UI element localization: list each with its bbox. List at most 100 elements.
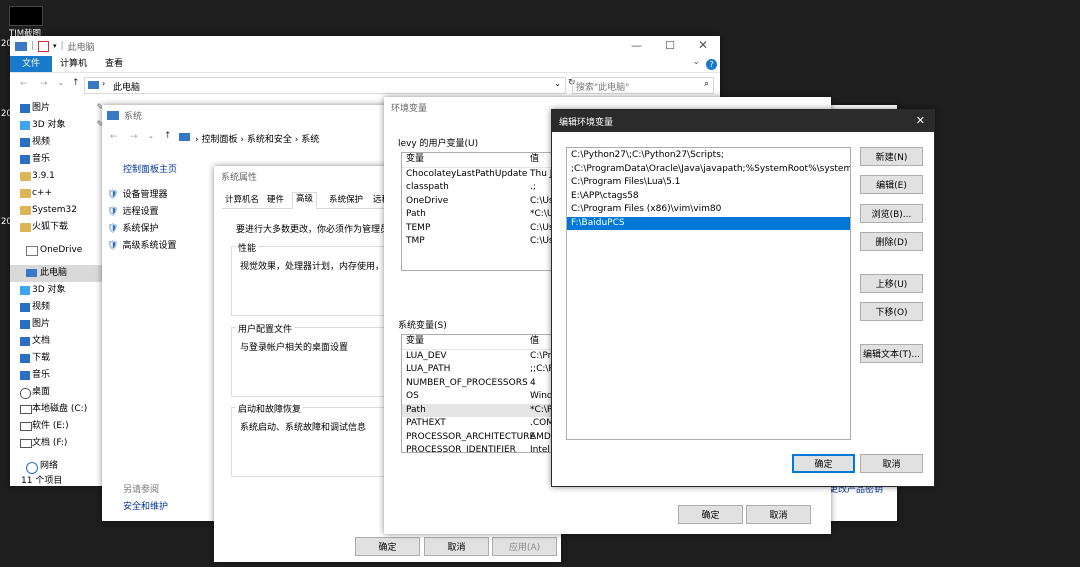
this-pc-child[interactable]: 文档 xyxy=(10,333,104,350)
move-up-button[interactable]: 上移(U) xyxy=(860,274,923,293)
onedrive-item[interactable]: OneDrive xyxy=(10,242,104,259)
move-down-button[interactable]: 下移(O) xyxy=(860,302,923,321)
this-pc-child[interactable]: 文档 (F:) xyxy=(10,435,104,452)
column-header-variable[interactable]: 变量 xyxy=(406,154,424,164)
delete-button[interactable]: 删除(D) xyxy=(860,232,923,251)
table-row[interactable]: TMP C:\Us xyxy=(402,235,562,249)
up-arrow-icon[interactable]: ↑ xyxy=(72,78,80,88)
sysprops-apply-button[interactable]: 应用(A) xyxy=(492,537,557,556)
user-vars-list[interactable]: 变量 值 ChocolateyLastPathUpdate Thu Jclassp… xyxy=(401,152,563,271)
column-header-value[interactable]: 值 xyxy=(530,335,539,349)
column-header-variable[interactable]: 变量 xyxy=(406,336,424,346)
edit-button[interactable]: 编辑(E) xyxy=(860,175,923,194)
this-pc-child[interactable]: 音乐 xyxy=(10,367,104,384)
tab-view[interactable]: 查看 xyxy=(105,56,123,72)
maximize-icon[interactable]: ☐ xyxy=(665,39,675,52)
table-row[interactable]: Path *C:\U xyxy=(402,208,562,222)
editenv-cancel-button[interactable]: 取消 xyxy=(860,454,923,473)
chevron-down-icon[interactable]: ⌄ xyxy=(554,79,561,88)
this-pc-child[interactable]: 图片 xyxy=(10,316,104,333)
security-link[interactable]: 安全和维护 xyxy=(123,499,168,512)
checkbox-icon[interactable] xyxy=(38,40,50,52)
editenv-titlebar[interactable]: 编辑环境变量 ✕ xyxy=(552,110,934,132)
table-row[interactable]: PATHEXT .COM xyxy=(402,417,562,431)
quick-access-item[interactable]: 火狐下载 xyxy=(10,219,104,236)
this-pc-child[interactable]: 本地磁盘 (C:) xyxy=(10,401,104,418)
device-manager-link[interactable]: 🛡 设备管理器 xyxy=(107,187,176,204)
path-entry[interactable]: ;C:\ProgramData\Oracle\Java\javapath;%Sy… xyxy=(567,163,850,177)
path-entry[interactable]: F:\BaiduPCS xyxy=(567,216,850,230)
tab-computer[interactable]: 计算机 xyxy=(60,56,87,72)
editenv-ok-button[interactable]: 确定 xyxy=(792,454,855,473)
table-row[interactable]: PROCESSOR_IDENTIFIER Intel xyxy=(402,444,562,452)
chevron-down-icon[interactable]: ⌄ xyxy=(58,79,64,87)
system-links: 🛡 设备管理器 🛡 远程设置 🛡 系统保护 🛡 高级系统设置 xyxy=(107,187,176,255)
search-input[interactable]: 搜索"此电脑" ⌕ xyxy=(572,77,714,94)
column-header-value[interactable]: 值 xyxy=(530,153,539,167)
path-entries-list[interactable]: C:\Python27\;C:\Python27\Scripts; ;C:\Pro… xyxy=(566,147,851,440)
tab-advanced[interactable]: 高级 xyxy=(292,192,318,209)
table-row[interactable]: Path *C:\P xyxy=(402,403,562,417)
tim-screenshot-icon[interactable] xyxy=(9,6,43,26)
path-entry[interactable]: E:\APP\ctags58 xyxy=(567,190,850,204)
this-pc-item[interactable]: 此电脑 xyxy=(10,265,104,282)
chevron-down-icon[interactable]: ⌄ xyxy=(148,132,154,140)
forward-arrow-icon[interactable]: → xyxy=(40,79,48,89)
new-button[interactable]: 新建(N) xyxy=(860,147,923,166)
close-icon[interactable]: ✕ xyxy=(698,38,708,52)
advanced-settings-link[interactable]: 🛡 高级系统设置 xyxy=(107,238,176,255)
this-pc-child[interactable]: 桌面 xyxy=(10,384,104,401)
browse-button[interactable]: 浏览(B)... xyxy=(860,204,923,223)
path-entry[interactable]: C:\Python27\;C:\Python27\Scripts; xyxy=(567,149,850,163)
quick-access-item[interactable]: 视频 xyxy=(10,134,104,151)
quick-access-item[interactable]: 音乐 xyxy=(10,151,104,168)
table-row[interactable]: OS Wind xyxy=(402,390,562,404)
envvars-ok-button[interactable]: 确定 xyxy=(678,505,743,524)
sysprops-ok-button[interactable]: 确定 xyxy=(355,537,420,556)
table-row[interactable]: TEMP C:\Us xyxy=(402,222,562,236)
breadcrumb-item[interactable]: 系统 xyxy=(301,135,319,145)
tab-system-protection[interactable]: 系统保护 xyxy=(326,194,366,207)
minimize-icon[interactable]: — xyxy=(631,39,642,52)
table-row[interactable]: classpath.; xyxy=(402,181,562,195)
sysprops-cancel-button[interactable]: 取消 xyxy=(424,537,489,556)
system-vars-list[interactable]: 变量 值 LUA_DEV C:\Pr LUA_PATH ;;C:\P NUMBER_OF… xyxy=(401,334,563,453)
forward-arrow-icon[interactable]: → xyxy=(130,132,138,142)
this-pc-child[interactable]: 视频 xyxy=(10,299,104,316)
path-entry[interactable]: C:\Program Files\Lua\5.1 xyxy=(567,176,850,190)
table-row[interactable]: LUA_PATH ;;C:\P xyxy=(402,363,562,377)
tab-hardware[interactable]: 硬件 xyxy=(264,194,287,207)
path-entry[interactable]: C:\Program Files (x86)\vim\vim80 xyxy=(567,203,850,217)
tab-computer-name[interactable]: 计算机名 xyxy=(222,194,262,207)
remote-settings-link[interactable]: 🛡 远程设置 xyxy=(107,204,176,221)
this-pc-child[interactable]: 3D 对象 xyxy=(10,282,104,299)
table-row[interactable]: LUA_DEV C:\Pr xyxy=(402,350,562,364)
table-row[interactable]: OneDrive C:\Us xyxy=(402,195,562,209)
quick-access-item[interactable]: 图片 ✎ xyxy=(10,100,104,117)
back-arrow-icon[interactable]: ← xyxy=(20,79,28,89)
envvars-cancel-button[interactable]: 取消 xyxy=(746,505,811,524)
this-pc-child[interactable]: 下载 xyxy=(10,350,104,367)
control-panel-home-link[interactable]: 控制面板主页 xyxy=(123,162,177,175)
system-protection-link[interactable]: 🛡 系统保护 xyxy=(107,221,176,238)
quick-access-item[interactable]: System32 xyxy=(10,202,104,219)
back-arrow-icon[interactable]: ← xyxy=(110,132,118,142)
up-arrow-icon[interactable]: ↑ xyxy=(164,131,172,141)
help-icon[interactable]: ? xyxy=(706,59,717,70)
explorer-titlebar[interactable]: | ▾ | 此电脑 — ☐ ✕ xyxy=(10,36,720,56)
chevron-down-icon[interactable]: ⌄ xyxy=(692,57,700,67)
table-row[interactable]: PROCESSOR_ARCHITECTURE AMD xyxy=(402,431,562,445)
tab-file[interactable]: 文件 xyxy=(10,56,52,72)
quick-access-item[interactable]: c++ xyxy=(10,185,104,202)
table-row[interactable]: NUMBER_OF_PROCESSORS 4 xyxy=(402,377,562,391)
breadcrumb-item[interactable]: 系统和安全 xyxy=(247,135,292,145)
breadcrumb-item[interactable]: 控制面板 xyxy=(201,135,237,145)
this-pc-child[interactable]: 软件 (E:) xyxy=(10,418,104,435)
quick-access-item[interactable]: 3.9.1 xyxy=(10,168,104,185)
quick-access-item[interactable]: 3D 对象 ✎ xyxy=(10,117,104,134)
edit-text-button[interactable]: 编辑文本(T)... xyxy=(860,344,923,363)
dropdown-arrow-icon[interactable]: ▾ xyxy=(53,42,57,50)
address-bar[interactable]: › 此电脑 ⌄ xyxy=(84,77,566,94)
table-row[interactable]: ChocolateyLastPathUpdate Thu J xyxy=(402,168,562,182)
close-icon[interactable]: ✕ xyxy=(916,114,925,127)
